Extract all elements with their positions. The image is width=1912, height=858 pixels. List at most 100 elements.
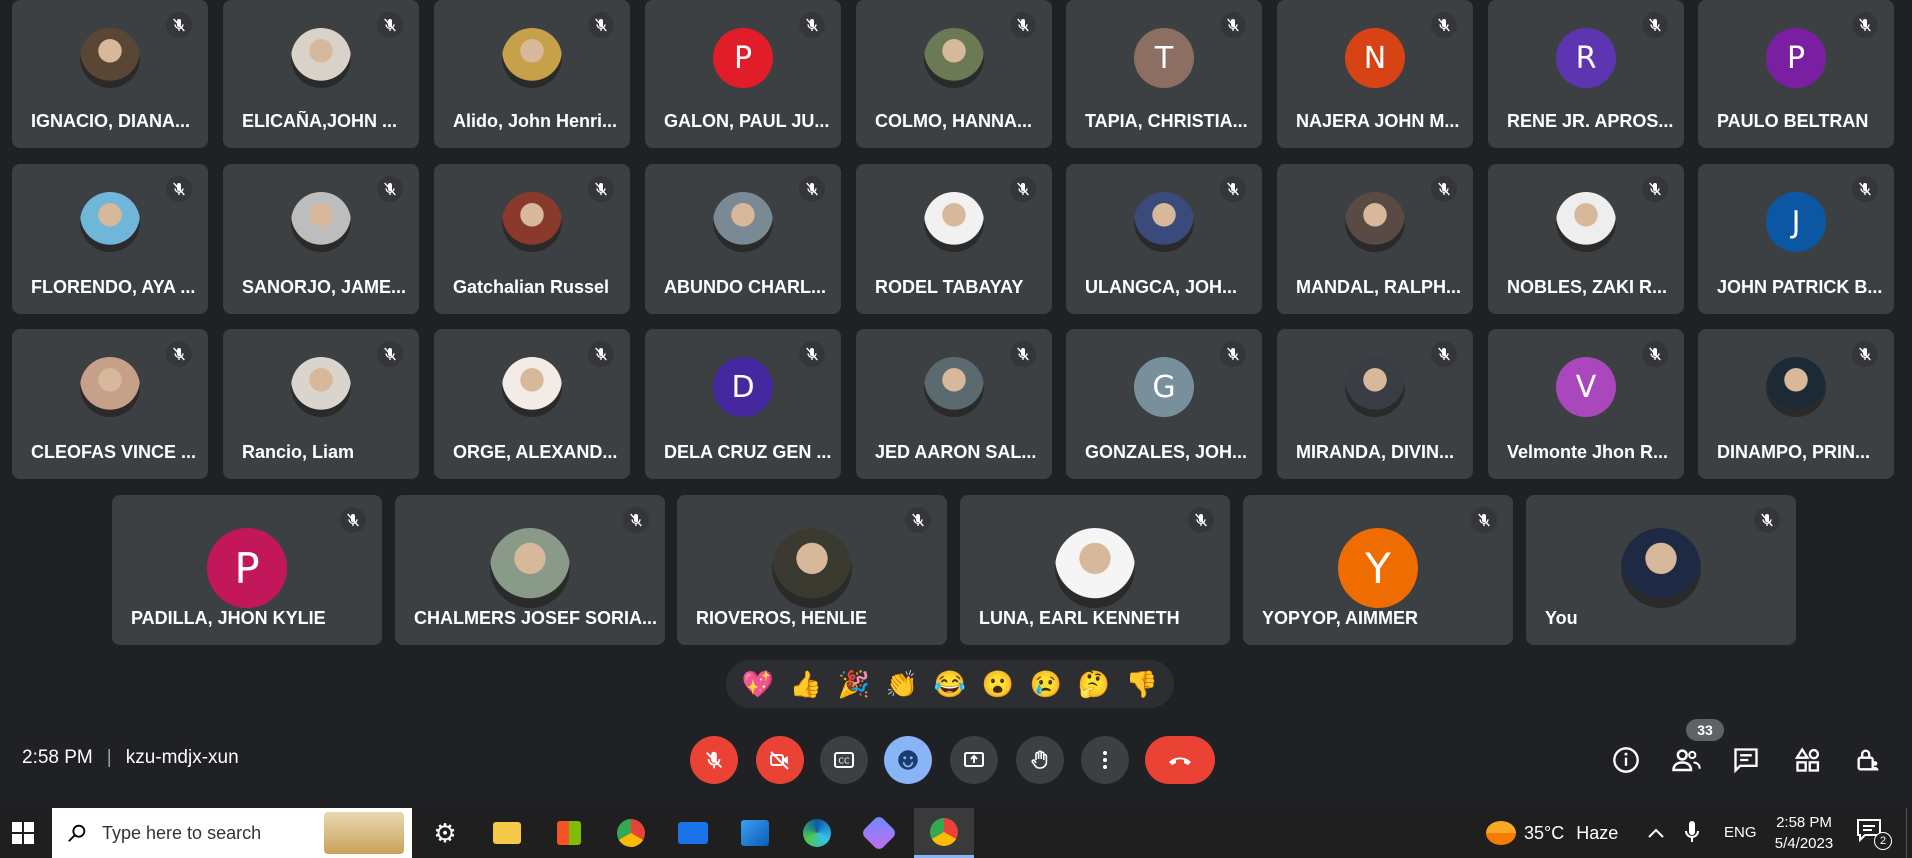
participant-tile[interactable]: NOBLES, ZAKI R...	[1488, 164, 1684, 314]
chrome-app[interactable]	[614, 816, 648, 850]
mic-muted-icon	[1010, 176, 1036, 202]
participant-tile[interactable]: MANDAL, RALPH...	[1277, 164, 1473, 314]
participant-tile[interactable]: JED AARON SAL...	[856, 329, 1052, 479]
participant-name: CLEOFAS VINCE ...	[31, 442, 197, 462]
show-desktop-edge[interactable]	[1906, 808, 1912, 858]
participant-tile[interactable]: Gatchalian Russel	[434, 164, 630, 314]
meeting-time: 2:58 PM	[22, 747, 93, 768]
participant-tile[interactable]: G GONZALES, JOH...	[1066, 329, 1262, 479]
photos-icon	[741, 820, 769, 846]
participant-name: NOBLES, ZAKI R...	[1507, 277, 1668, 297]
participant-tile[interactable]: Y YOPYOP, AIMMER	[1243, 495, 1513, 645]
camera-toggle-button[interactable]	[756, 736, 804, 784]
chrome-active-window[interactable]	[914, 808, 974, 858]
participant-name: Gatchalian Russel	[453, 277, 610, 297]
participant-tile[interactable]: RODEL TABAYAY	[856, 164, 1052, 314]
settings-app[interactable]: ⚙	[428, 816, 462, 850]
windows-logo-icon	[12, 822, 34, 844]
participant-tile[interactable]: IGNACIO, DIANA...	[12, 0, 208, 148]
participant-tile[interactable]: Alido, John Henri...	[434, 0, 630, 148]
participant-tile[interactable]: ORGE, ALEXAND...	[434, 329, 630, 479]
mic-muted-icon	[1220, 12, 1246, 38]
gear-icon: ⚙	[433, 817, 457, 848]
reaction-emoji[interactable]: 👎	[1126, 669, 1158, 700]
participant-tile[interactable]: ULANGCA, JOH...	[1066, 164, 1262, 314]
mail-app[interactable]	[676, 816, 710, 850]
avatar-photo	[502, 357, 562, 417]
participant-tile[interactable]: Rancio, Liam	[223, 329, 419, 479]
reaction-emoji[interactable]: 😂	[934, 669, 966, 700]
people-count-badge: 33	[1686, 719, 1724, 741]
reaction-emoji[interactable]: 👍	[790, 669, 822, 700]
reaction-emoji[interactable]: 👏	[886, 669, 918, 700]
avatar-photo	[80, 192, 140, 252]
host-controls-button[interactable]	[1850, 742, 1886, 778]
mic-muted-icon	[799, 176, 825, 202]
start-button[interactable]	[6, 816, 40, 850]
mic-muted-icon	[1642, 176, 1668, 202]
taskbar-search-box[interactable]: Type here to search	[52, 808, 412, 858]
participant-name: GALON, PAUL JU...	[664, 111, 830, 131]
edge-app[interactable]	[800, 816, 834, 850]
participant-tile[interactable]: COLMO, HANNA...	[856, 0, 1052, 148]
meeting-details-button[interactable]	[1608, 742, 1644, 778]
end-call-icon	[1169, 757, 1191, 765]
participant-tile[interactable]: CLEOFAS VINCE ...	[12, 329, 208, 479]
language-indicator[interactable]: ENG	[1724, 824, 1757, 841]
reaction-emoji[interactable]: 🤔	[1078, 669, 1110, 700]
participant-tile[interactable]: FLORENDO, AYA ...	[12, 164, 208, 314]
participant-tile[interactable]: DINAMPO, PRIN...	[1698, 329, 1894, 479]
participant-name: MIRANDA, DIVIN...	[1296, 442, 1455, 462]
store-app[interactable]	[552, 816, 586, 850]
chevron-up-icon	[1648, 828, 1664, 838]
notification-center-button[interactable]: 2	[1856, 818, 1892, 850]
participant-name: NAJERA JOHN M...	[1296, 111, 1460, 131]
file-explorer-app[interactable]	[490, 816, 524, 850]
reaction-emoji[interactable]: 💖	[742, 669, 774, 700]
mic-toggle-button[interactable]	[690, 736, 738, 784]
chat-icon	[1734, 748, 1758, 774]
participant-tile[interactable]: RIOVEROS, HENLIE	[677, 495, 947, 645]
reaction-emoji[interactable]: 😮	[982, 669, 1014, 700]
chrome-icon	[617, 819, 645, 847]
participant-tile[interactable]: T TAPIA, CHRISTIA...	[1066, 0, 1262, 148]
participant-tile[interactable]: P PAULO BELTRAN	[1698, 0, 1894, 148]
mic-muted-icon	[166, 12, 192, 38]
participant-tile[interactable]: LUNA, EARL KENNETH	[960, 495, 1230, 645]
system-clock[interactable]: 2:58 PM 5/4/2023	[1768, 812, 1840, 854]
participant-tile[interactable]: ABUNDO CHARL...	[645, 164, 841, 314]
participant-tile[interactable]: P PADILLA, JHON KYLIE	[112, 495, 382, 645]
copilot-app[interactable]	[860, 814, 898, 852]
activities-button[interactable]	[1790, 742, 1826, 778]
chat-button[interactable]	[1728, 742, 1764, 778]
participant-tile[interactable]: CHALMERS JOSEF SORIA...	[395, 495, 665, 645]
reaction-emoji[interactable]: 🎉	[838, 669, 870, 700]
microphone-tray-button[interactable]	[1684, 820, 1700, 849]
participant-tile[interactable]: D DELA CRUZ GEN ...	[645, 329, 841, 479]
more-options-button[interactable]	[1081, 736, 1129, 784]
mic-muted-icon	[905, 507, 931, 533]
participant-tile[interactable]: P GALON, PAUL JU...	[645, 0, 841, 148]
reactions-button[interactable]	[884, 736, 932, 784]
photos-app[interactable]	[738, 816, 772, 850]
avatar-initial: N	[1345, 28, 1405, 88]
participant-tile[interactable]: N NAJERA JOHN M...	[1277, 0, 1473, 148]
participant-name: RODEL TABAYAY	[875, 277, 1024, 297]
show-hidden-icons-button[interactable]	[1646, 820, 1666, 846]
leave-call-button[interactable]	[1145, 736, 1215, 784]
avatar-initial: D	[713, 357, 773, 417]
participant-tile[interactable]: MIRANDA, DIVIN...	[1277, 329, 1473, 479]
weather-widget[interactable]: 35°C Haze	[1486, 808, 1618, 858]
participant-name: SANORJO, JAME...	[242, 277, 407, 297]
participant-tile[interactable]: SANORJO, JAME...	[223, 164, 419, 314]
participant-tile[interactable]: R RENE JR. APROS...	[1488, 0, 1684, 148]
people-button[interactable]	[1668, 742, 1704, 778]
participant-tile[interactable]: ELICAÑA,JOHN ...	[223, 0, 419, 148]
captions-button[interactable]: CC	[820, 736, 868, 784]
raise-hand-button[interactable]	[1016, 736, 1064, 784]
participant-tile[interactable]: You	[1526, 495, 1796, 645]
participant-tile[interactable]: J JOHN PATRICK B...	[1698, 164, 1894, 314]
reaction-emoji[interactable]: 😢	[1030, 669, 1062, 700]
present-screen-button[interactable]	[950, 736, 998, 784]
participant-tile[interactable]: V Velmonte Jhon R...	[1488, 329, 1684, 479]
